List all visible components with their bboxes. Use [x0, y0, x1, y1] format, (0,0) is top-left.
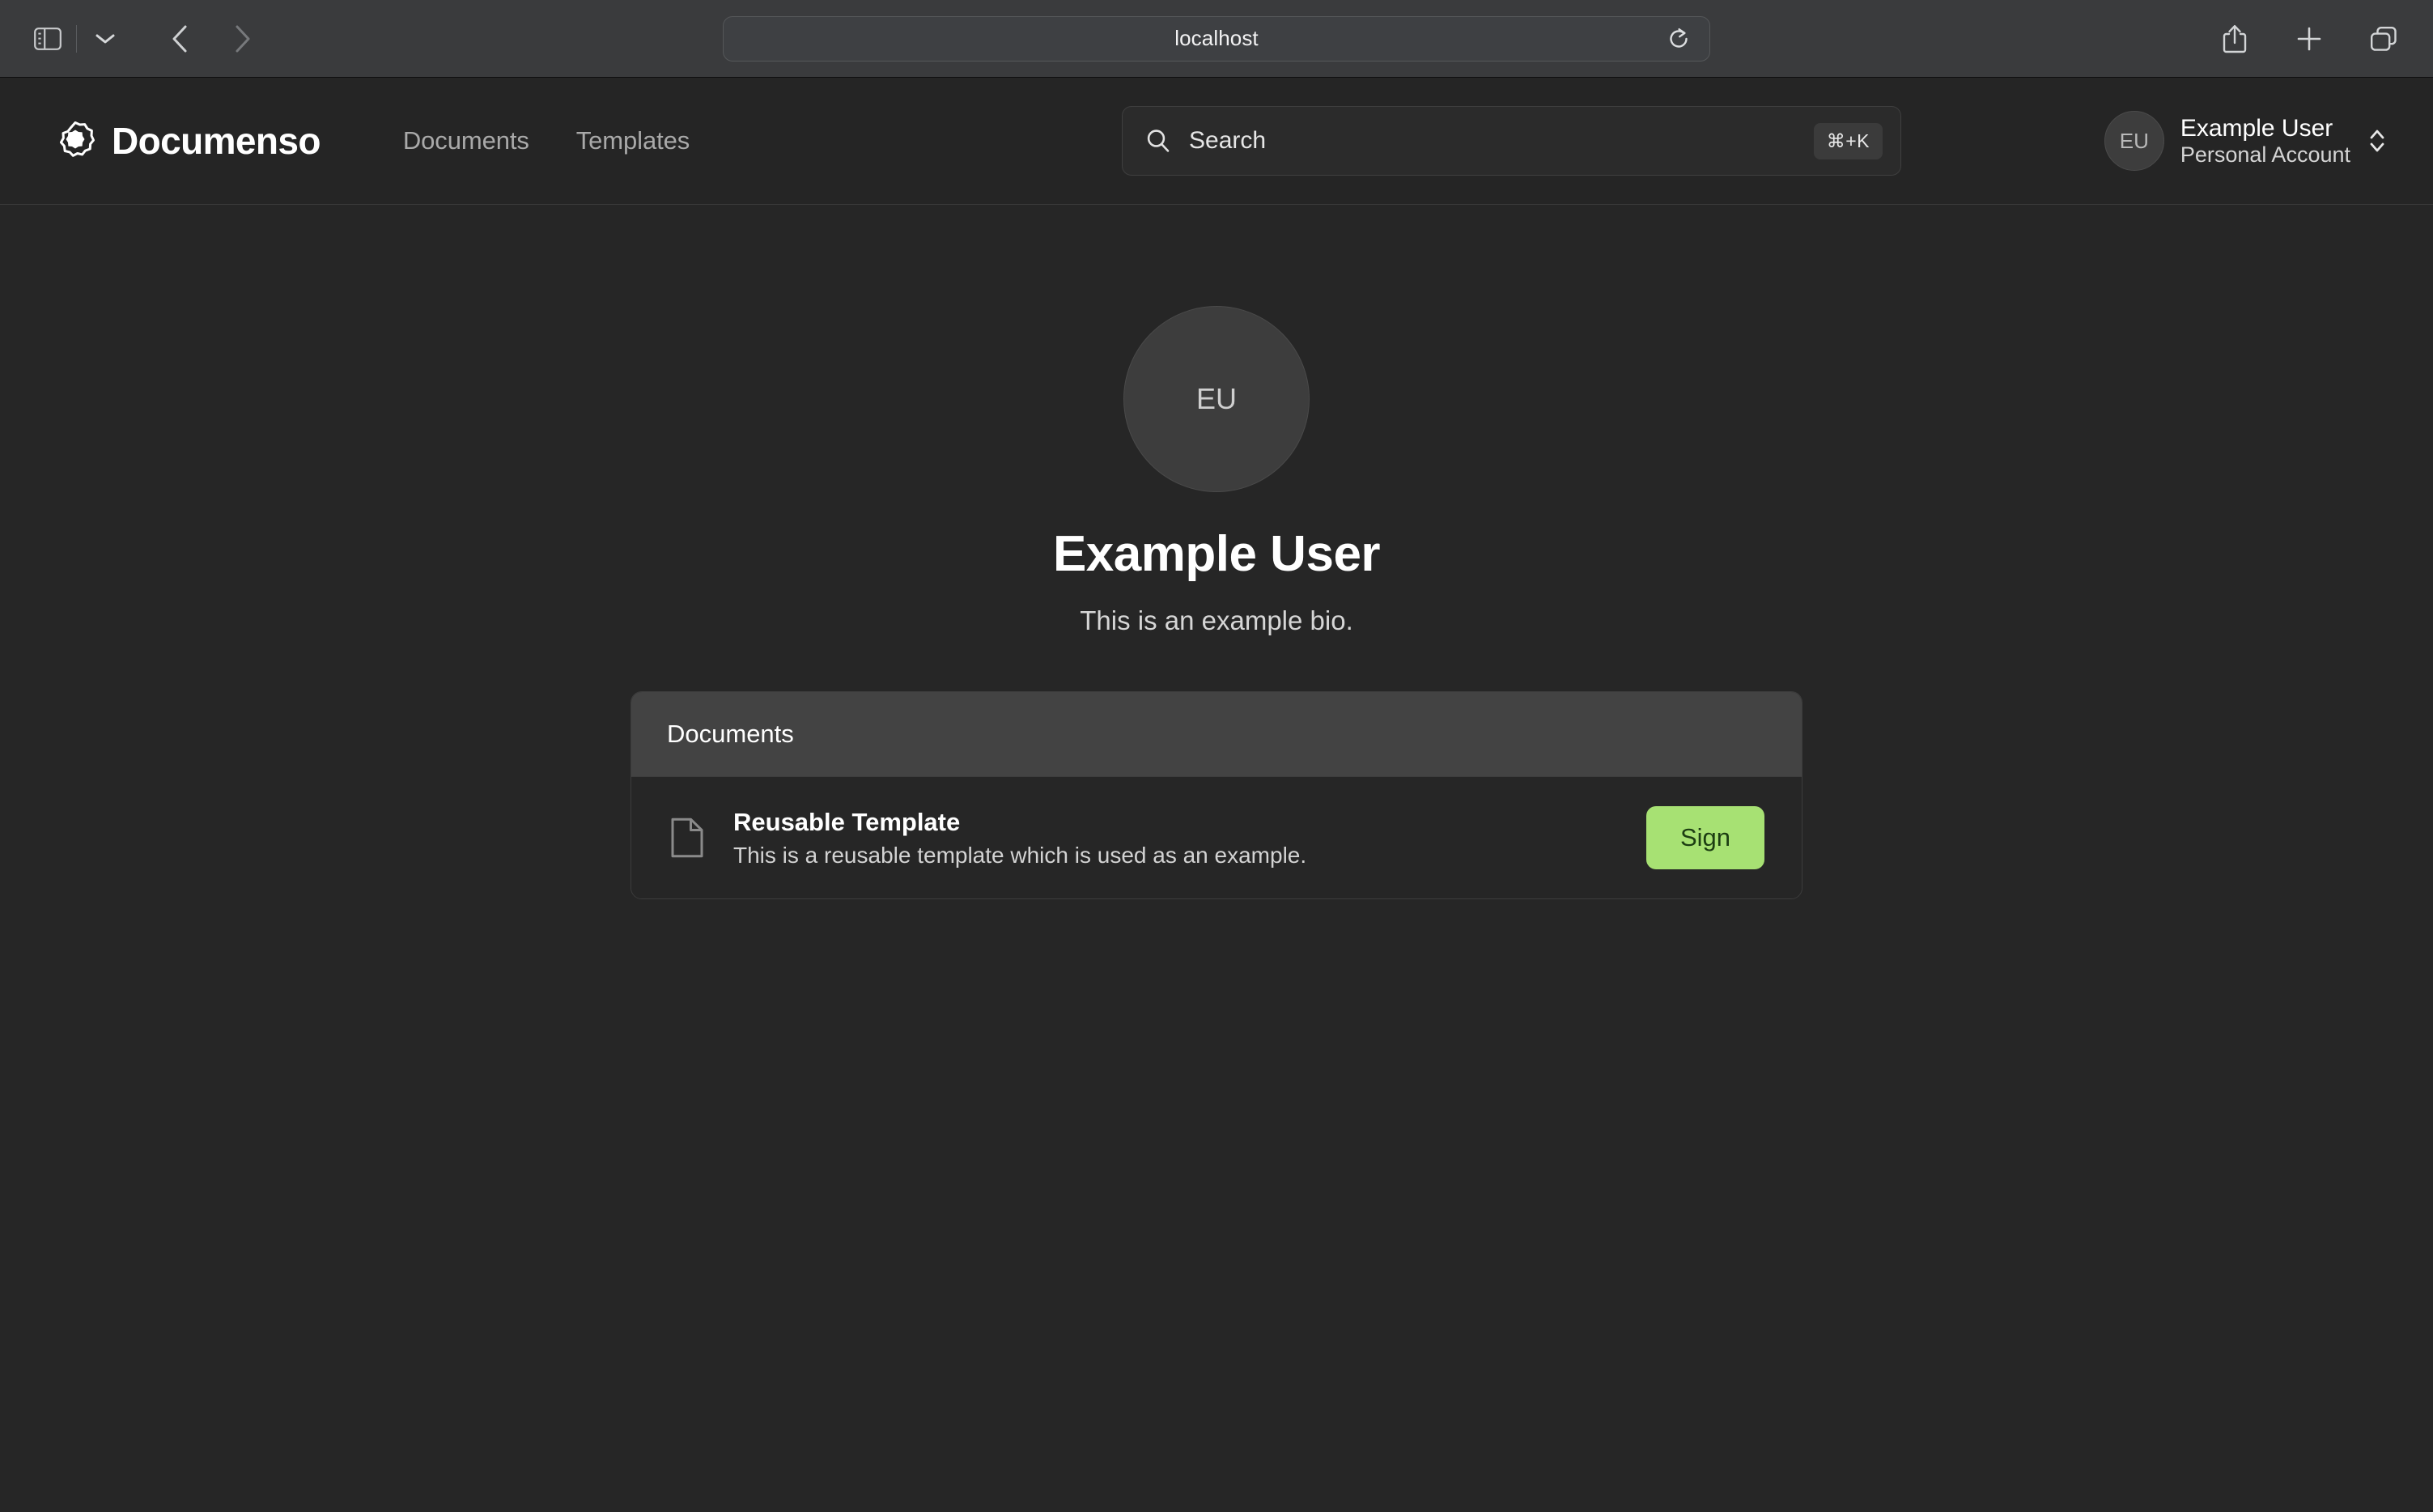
tabs-icon — [2371, 26, 2397, 51]
share-icon — [2223, 24, 2247, 53]
account-details: Example User Personal Account — [2180, 115, 2350, 168]
toolbar-divider — [76, 24, 77, 53]
back-arrow-icon — [172, 25, 187, 52]
list-item: Reusable Template This is a reusable tem… — [631, 777, 1802, 898]
search-icon — [1147, 130, 1170, 152]
account-name: Example User — [2180, 114, 2333, 142]
documents-card: Documents Reusable Template This is a re… — [631, 691, 1802, 899]
sidebar-icon — [34, 27, 62, 50]
reload-icon — [1670, 28, 1688, 48]
browser-toolbar-left — [0, 14, 268, 64]
app-header: Documenso Documents Templates Search ⌘+K… — [0, 78, 2433, 205]
page-title: Example User — [1052, 526, 1381, 582]
search-placeholder: Search — [1189, 127, 1267, 154]
documents-card-header: Documents — [631, 692, 1802, 777]
browser-toolbar: localhost — [0, 0, 2433, 78]
document-title: Reusable Template — [733, 807, 961, 836]
search-input[interactable]: Search ⌘+K — [1122, 106, 1901, 176]
profile-avatar: EU — [1123, 306, 1310, 492]
nav-item-documents[interactable]: Documents — [393, 121, 539, 160]
forward-button[interactable] — [218, 14, 268, 64]
plus-icon — [2297, 27, 2321, 50]
main-content: EU Example User This is an example bio. … — [0, 205, 2433, 1512]
brand-logo[interactable]: Documenso — [53, 119, 321, 163]
chevron-down-icon — [96, 34, 115, 43]
main-nav: Documents Templates — [393, 121, 699, 160]
browser-toolbar-right — [2210, 14, 2409, 64]
address-bar[interactable]: localhost — [723, 15, 1710, 62]
forward-arrow-icon — [236, 25, 250, 52]
avatar: EU — [2104, 111, 2164, 171]
sidebar-options-button[interactable] — [80, 14, 130, 64]
chevron-up-down-icon — [2370, 130, 2384, 152]
back-button[interactable] — [155, 14, 205, 64]
search-shortcut-badge: ⌘+K — [1813, 122, 1883, 159]
sidebar-toggle-button[interactable] — [23, 14, 73, 64]
reload-button[interactable] — [1661, 21, 1696, 57]
document-icon — [671, 818, 703, 858]
list-item-meta: Reusable Template This is a reusable tem… — [733, 808, 1306, 869]
new-tab-button[interactable] — [2284, 14, 2334, 64]
account-subtitle: Personal Account — [2180, 142, 2350, 168]
account-switcher[interactable]: EU Example User Personal Account — [2104, 111, 2388, 171]
nav-item-templates[interactable]: Templates — [567, 121, 699, 160]
documenso-logo-icon — [59, 121, 95, 157]
document-description: This is a reusable template which is use… — [733, 842, 1307, 868]
share-button[interactable] — [2210, 14, 2260, 64]
documents-card-title: Documents — [667, 720, 794, 748]
profile-bio: This is an example bio. — [1080, 605, 1353, 635]
address-bar-url: localhost — [1174, 26, 1259, 50]
brand-name: Documenso — [112, 120, 321, 162]
tab-overview-button[interactable] — [2359, 14, 2409, 64]
sign-button[interactable]: Sign — [1645, 806, 1764, 869]
